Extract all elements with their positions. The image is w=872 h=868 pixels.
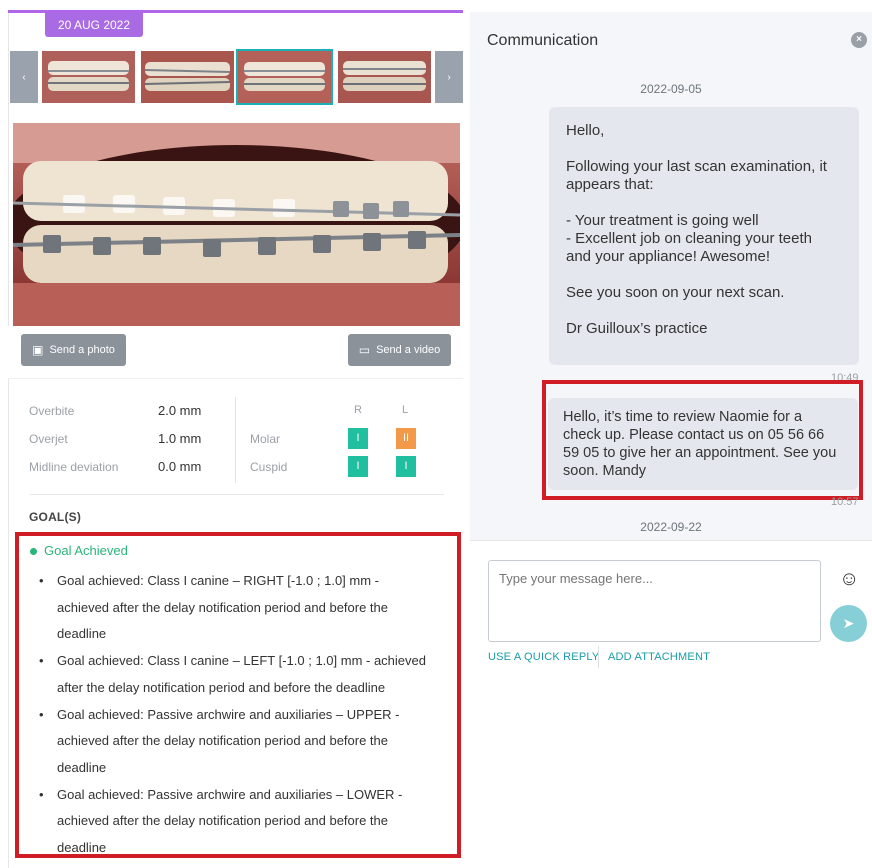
emoji-icon[interactable]: ☺ <box>839 568 859 591</box>
overjet-value: 1.0 mm <box>158 431 202 446</box>
app-root: 20 AUG 2022 ‹ › ▣ Send a photo ▭ Send a … <box>0 0 872 868</box>
message-closing: See you soon on your next scan. <box>566 284 785 301</box>
date-separator: 2022-09-05 <box>640 82 702 96</box>
link-separator <box>598 646 599 668</box>
goals-title: GOAL(S) <box>29 510 82 524</box>
midline-deviation-label: Midline deviation <box>29 460 119 474</box>
molar-left-class: II <box>396 428 416 449</box>
chat-thread: 2022-09-05 Hello, Following your last sc… <box>470 70 872 540</box>
left-column-header: L <box>402 404 409 416</box>
message-greeting: Hello, <box>566 122 605 139</box>
measures-divider <box>235 397 236 483</box>
message-points: - Your treatment is going well - Excelle… <box>566 212 812 265</box>
overbite-label: Overbite <box>29 404 75 418</box>
send-video-label: Send a video <box>376 344 441 356</box>
midline-deviation-value: 0.0 mm <box>158 459 202 474</box>
cuspid-label: Cuspid <box>250 460 288 474</box>
molar-right-class: I <box>348 428 368 449</box>
send-photo-button[interactable]: ▣ Send a photo <box>21 334 126 366</box>
image-icon: ▣ <box>32 343 44 357</box>
photo-thumbnail-selected[interactable] <box>236 49 333 105</box>
message-input[interactable] <box>488 560 821 642</box>
photo-thumbnail[interactable] <box>338 51 431 103</box>
photo-thumbnail[interactable] <box>141 51 234 103</box>
overjet-label: Overjet <box>29 432 68 446</box>
quick-reply-link[interactable]: USE A QUICK REPLY <box>488 651 599 663</box>
add-attachment-link[interactable]: ADD ATTACHMENT <box>608 651 710 663</box>
send-button[interactable]: ➤ <box>830 605 867 642</box>
thumbnail-next-button[interactable]: › <box>435 51 463 103</box>
overbite-value: 2.0 mm <box>158 403 202 418</box>
communication-title: Communication <box>487 32 599 49</box>
section-divider <box>30 494 444 495</box>
cuspid-left-class: I <box>396 456 416 477</box>
scan-date-badge: 20 AUG 2022 <box>45 13 143 37</box>
cuspid-right-class: I <box>348 456 368 477</box>
intraoral-photo <box>13 123 460 326</box>
message-highlight-box <box>542 380 863 500</box>
patient-scan-panel: 20 AUG 2022 ‹ › ▣ Send a photo ▭ Send a … <box>0 0 466 868</box>
message-intro: Following your last scan examination, it… <box>566 158 827 193</box>
photo-thumbnail-strip: ‹ › <box>8 46 464 108</box>
communication-header: Communication × <box>470 12 872 70</box>
photo-thumbnail[interactable] <box>42 51 135 103</box>
panel-divider <box>463 0 470 868</box>
communication-panel: Communication × 2022-09-05 Hello, Follow… <box>470 12 872 868</box>
composer: ☺ ➤ USE A QUICK REPLY ADD ATTACHMENT <box>470 540 872 680</box>
message-time: 10:57 <box>831 496 859 508</box>
video-camera-icon: ▭ <box>358 343 371 357</box>
goals-highlight-box <box>15 532 461 858</box>
send-arrow-icon: ➤ <box>842 615 855 631</box>
send-video-button[interactable]: ▭ Send a video <box>348 334 451 366</box>
thumbnail-prev-button[interactable]: ‹ <box>10 51 38 103</box>
date-separator: 2022-09-22 <box>640 520 702 534</box>
message-bubble: Hello, Following your last scan examinat… <box>549 107 859 365</box>
right-column-header: R <box>354 404 362 416</box>
measurements-section: Overbite 2.0 mm Overjet 1.0 mm Midline d… <box>8 378 464 490</box>
message-signature: Dr Guilloux’s practice <box>566 320 708 337</box>
close-icon[interactable]: × <box>851 32 867 48</box>
photo-actions-bar: ▣ Send a photo ▭ Send a video <box>8 326 464 378</box>
molar-label: Molar <box>250 432 281 446</box>
send-photo-label: Send a photo <box>49 344 115 356</box>
